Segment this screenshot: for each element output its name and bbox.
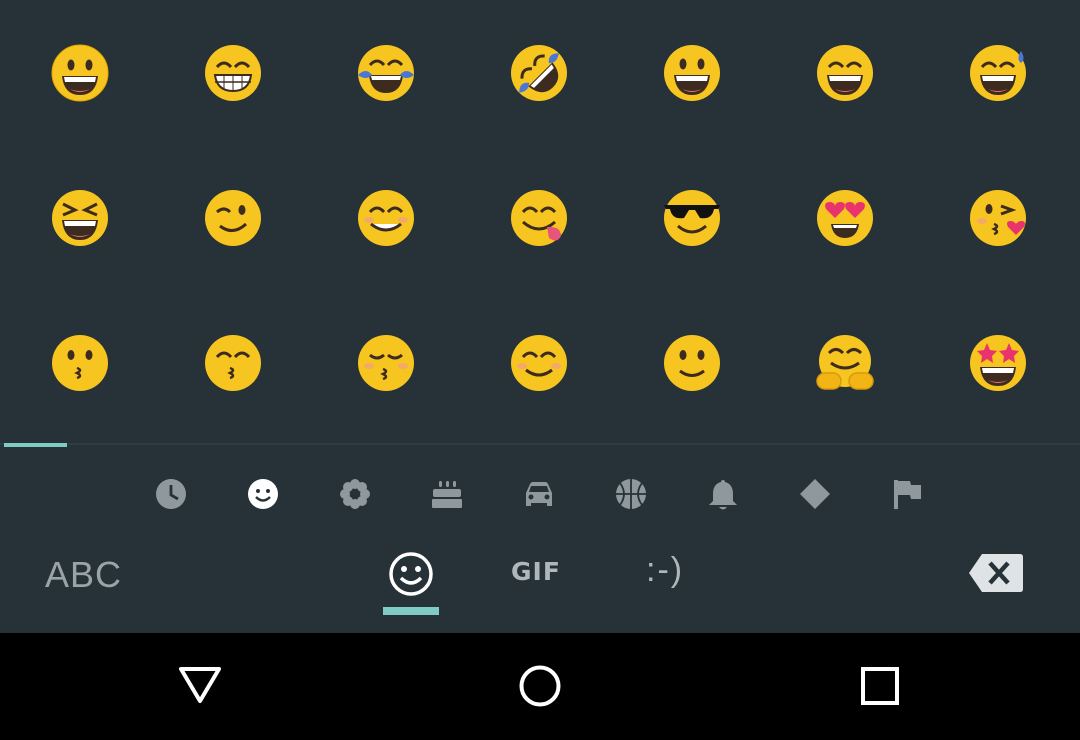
face-savoring-food[interactable]	[509, 188, 569, 248]
smiling-face-smiling-eyes[interactable]	[356, 188, 416, 248]
abc-keyboard-button[interactable]: ABC	[45, 554, 122, 596]
objects-bell-icon[interactable]	[706, 477, 740, 511]
recent-clock-icon[interactable]	[154, 477, 188, 511]
flags-flag-icon[interactable]	[890, 477, 924, 511]
hugging-face[interactable]	[815, 333, 875, 393]
travel-car-icon[interactable]	[522, 477, 556, 511]
recents-icon[interactable]	[860, 666, 900, 706]
face-blowing-kiss[interactable]	[968, 188, 1028, 248]
emoji-mode-icon[interactable]	[387, 550, 435, 598]
grinning-face-big-smile[interactable]	[815, 43, 875, 103]
rolling-on-floor-laughing[interactable]	[509, 43, 569, 103]
emoji-keyboard: ABC GIF :-)	[0, 0, 1080, 633]
food-cake-icon[interactable]	[430, 477, 464, 511]
grinning-face-big-eyes[interactable]	[50, 43, 110, 103]
kissing-face[interactable]	[50, 333, 110, 393]
backspace-icon[interactable]	[968, 552, 1024, 594]
smiling-face-blush[interactable]	[509, 333, 569, 393]
star-struck[interactable]	[968, 333, 1028, 393]
slightly-smiling-face[interactable]	[662, 333, 722, 393]
back-icon[interactable]	[178, 665, 222, 705]
face-with-tears-of-joy[interactable]	[356, 43, 416, 103]
grinning-face-with-sweat[interactable]	[968, 43, 1028, 103]
gif-mode-button[interactable]: GIF	[511, 557, 561, 586]
emoji-scroll-indicator	[4, 443, 67, 447]
smileys-icon[interactable]	[246, 477, 280, 511]
symbols-diamond-icon[interactable]	[798, 477, 832, 511]
nature-flower-icon[interactable]	[338, 477, 372, 511]
grinning-squinting-face[interactable]	[50, 188, 110, 248]
smiling-face-with-heart-eyes[interactable]	[815, 188, 875, 248]
activity-ball-icon[interactable]	[614, 477, 648, 511]
kissing-face-smiling-eyes[interactable]	[203, 333, 263, 393]
emoticon-mode-button[interactable]: :-)	[646, 551, 684, 590]
home-icon[interactable]	[518, 664, 562, 708]
keyboard-mode-bar	[0, 540, 1080, 633]
winking-face[interactable]	[203, 188, 263, 248]
emoji-grid	[0, 0, 1080, 440]
smiling-face-with-sunglasses[interactable]	[662, 188, 722, 248]
grinning-face[interactable]	[662, 43, 722, 103]
active-mode-indicator	[383, 607, 439, 615]
grinning-face-smiling-eyes[interactable]	[203, 43, 263, 103]
emoji-scroll-track	[0, 443, 1080, 445]
kissing-face-closed-eyes[interactable]	[356, 333, 416, 393]
system-navigation-bar	[0, 633, 1080, 740]
